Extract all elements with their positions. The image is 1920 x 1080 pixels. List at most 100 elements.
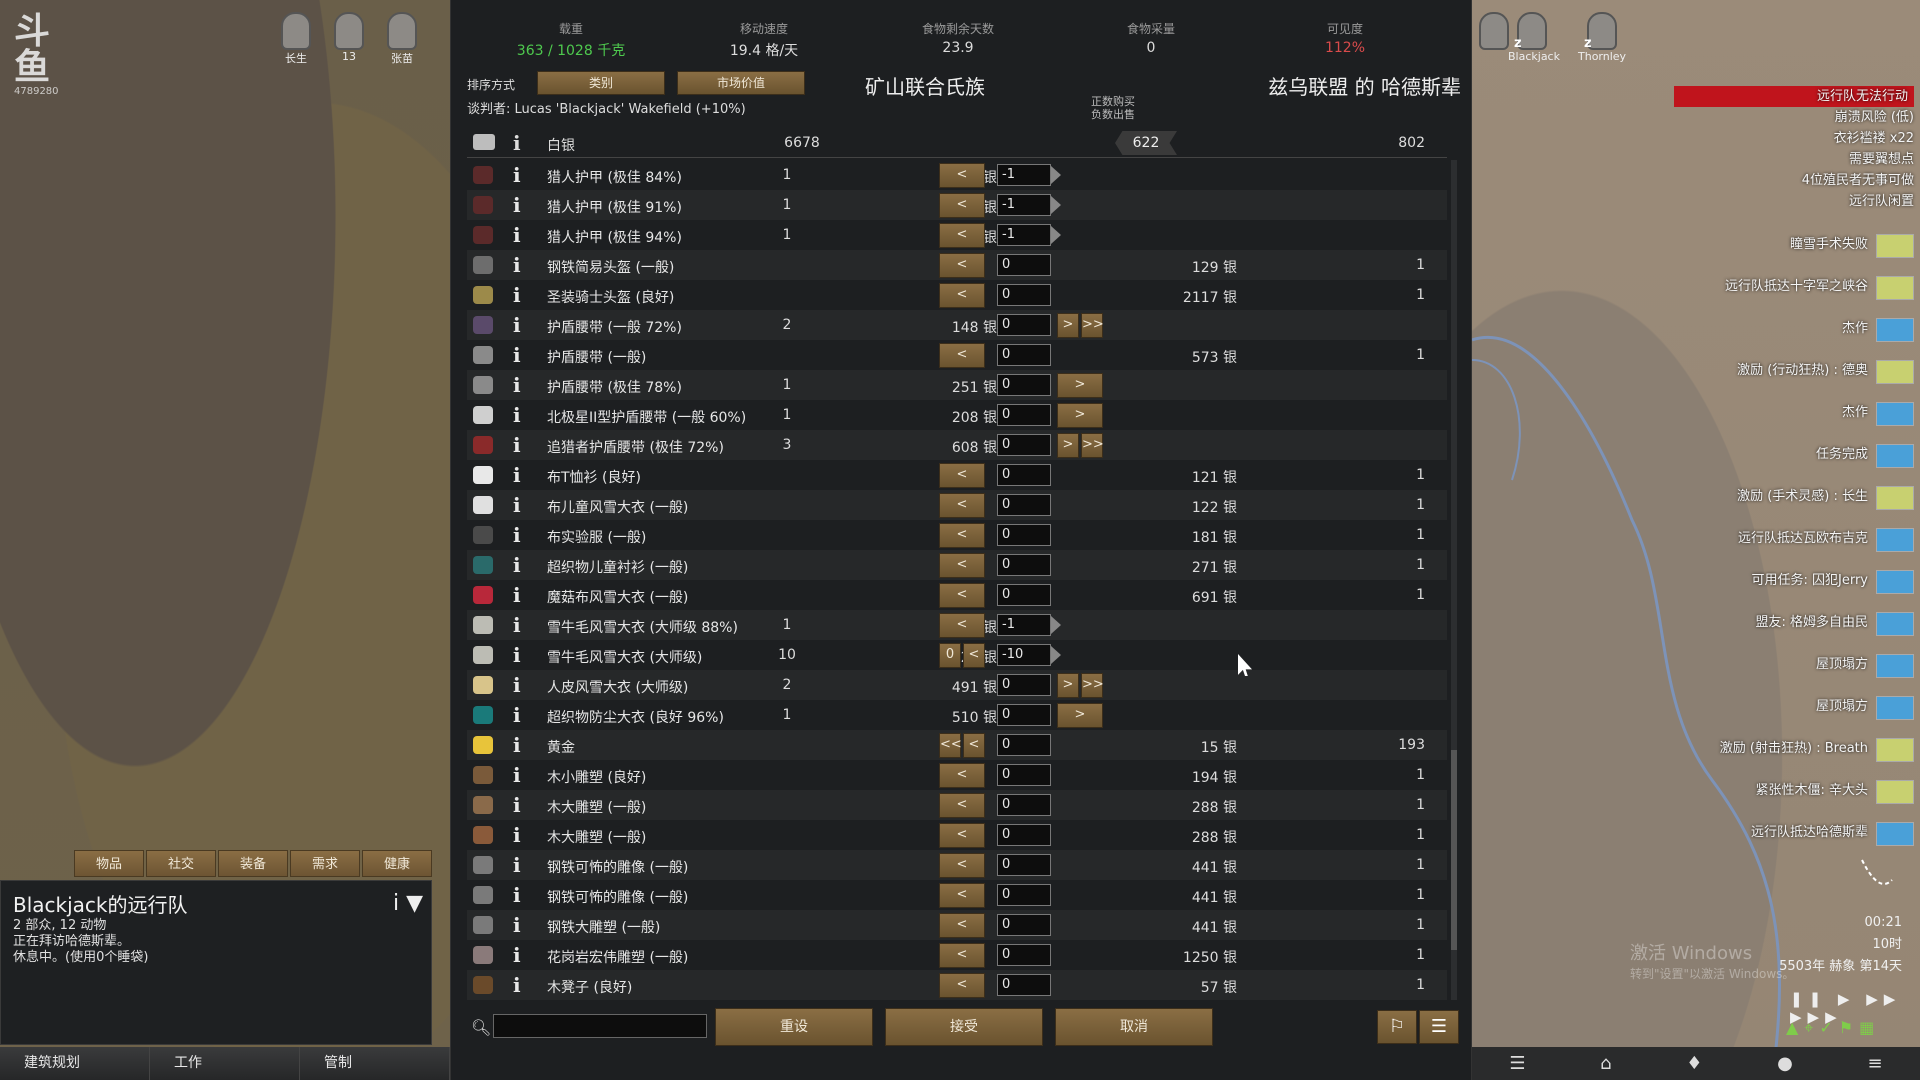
info-icon[interactable]: i [393, 891, 399, 916]
reset-button[interactable]: 重设 [715, 1008, 873, 1046]
tab-needs[interactable]: 需求 [290, 850, 360, 877]
tab-items[interactable]: 物品 [74, 850, 144, 877]
transfer-left-button[interactable]: < [939, 853, 985, 878]
quantity-field[interactable]: 0 [997, 794, 1051, 816]
chevron-down-icon[interactable]: ▼ [406, 891, 423, 916]
sort-market-value-button[interactable]: 市场价值 [677, 71, 805, 95]
tab-restrict[interactable]: 管制 [300, 1047, 450, 1080]
quantity-field[interactable]: 0 [997, 914, 1051, 936]
transfer-left-button[interactable]: < [939, 253, 985, 278]
colonist-portrait[interactable]: z Blackjack [1508, 12, 1560, 68]
alert-item[interactable]: 需要翼想点 [1674, 149, 1914, 170]
info-icon[interactable]: i [513, 883, 521, 907]
info-icon[interactable]: i [513, 793, 521, 817]
scrollbar-thumb[interactable] [1451, 750, 1457, 950]
info-icon[interactable]: i [513, 313, 521, 337]
info-icon[interactable]: i [513, 943, 521, 967]
info-icon[interactable]: i [513, 403, 521, 427]
quantity-field[interactable]: 0 [997, 494, 1051, 516]
info-icon[interactable]: i [513, 223, 521, 247]
info-icon[interactable]: i [513, 193, 521, 217]
tab-health[interactable]: 健康 [362, 850, 432, 877]
colonist-portrait[interactable]: z Thornley [1578, 12, 1626, 68]
quantity-field[interactable]: -1 [997, 224, 1061, 246]
transfer-right-all-button[interactable]: >> [1081, 673, 1104, 698]
quantity-field[interactable]: -1 [997, 194, 1061, 216]
letter-item[interactable]: 紧张性木僵: 辛大头 [1674, 776, 1914, 818]
letter-item[interactable]: 盟友: 格姆多自由民 [1674, 608, 1914, 650]
info-icon[interactable]: i [513, 853, 521, 877]
info-icon[interactable]: i [513, 763, 521, 787]
transfer-left-button[interactable]: < [939, 793, 985, 818]
info-icon[interactable]: i [513, 373, 521, 397]
letter-item[interactable]: 杰作 [1674, 314, 1914, 356]
alert-item[interactable]: 崩溃风险 (低) [1674, 107, 1914, 128]
letter-item[interactable]: 可用任务: 囚犯Jerry [1674, 566, 1914, 608]
letter-item[interactable]: 任务完成 [1674, 440, 1914, 482]
tab-gear[interactable]: 装备 [218, 850, 288, 877]
info-icon[interactable]: i [513, 131, 521, 155]
quantity-field[interactable]: 0 [997, 974, 1051, 996]
info-icon[interactable]: i [513, 463, 521, 487]
search-input[interactable] [493, 1014, 707, 1038]
quantity-field[interactable]: 0 [997, 464, 1051, 486]
alert-item[interactable]: 远行队闲置 [1674, 191, 1914, 212]
transfer-left-button[interactable]: < [939, 613, 985, 638]
transfer-left-button[interactable]: < [939, 223, 985, 248]
transfer-left-button[interactable]: < [939, 763, 985, 788]
info-icon[interactable]: i [513, 673, 521, 697]
info-icon[interactable]: i [513, 703, 521, 727]
accept-button[interactable]: 接受 [885, 1008, 1043, 1046]
transfer-right-all-button[interactable]: >> [1081, 433, 1104, 458]
quantity-field[interactable]: 0 [997, 434, 1051, 456]
info-icon[interactable]: i [513, 343, 521, 367]
transfer-left-button[interactable]: < [939, 163, 985, 188]
quantity-field[interactable]: 0 [997, 374, 1051, 396]
sort-category-button[interactable]: 类别 [537, 71, 665, 95]
cancel-button[interactable]: 取消 [1055, 1008, 1213, 1046]
gift-icon[interactable]: ⚐ [1377, 1010, 1417, 1044]
transfer-left-button[interactable]: < [939, 913, 985, 938]
scrollbar[interactable] [1451, 160, 1457, 1000]
colonist-portrait[interactable]: 13 [325, 12, 373, 68]
research-icon[interactable]: ♦ [1686, 1053, 1702, 1074]
letter-item[interactable]: 远行队抵达瓦欧布吉克 [1674, 524, 1914, 566]
quantity-field[interactable]: 0 [997, 884, 1051, 906]
quantity-field[interactable]: 0 [997, 344, 1051, 366]
alert-item[interactable]: 4位殖民者无事可做 [1674, 170, 1914, 191]
transfer-left-button[interactable]: < [939, 823, 985, 848]
quantity-field[interactable]: 0 [997, 704, 1051, 726]
transfer-left-button[interactable]: < [939, 973, 985, 998]
info-icon[interactable]: i [513, 613, 521, 637]
quantity-field[interactable]: 0 [997, 524, 1051, 546]
transfer-left-button[interactable]: < [939, 283, 985, 308]
quantity-field[interactable]: 0 [997, 674, 1051, 696]
quantity-field[interactable]: 0 [997, 824, 1051, 846]
transfer-right-button[interactable]: > [1057, 433, 1079, 458]
menu-icon[interactable]: ≡ [1868, 1053, 1883, 1074]
info-icon[interactable]: i [513, 493, 521, 517]
tab-work[interactable]: 工作 [150, 1047, 300, 1080]
transfer-left-button[interactable]: < [939, 463, 985, 488]
info-icon[interactable]: i [513, 973, 521, 997]
transfer-left-button[interactable]: < [939, 193, 985, 218]
quantity-field[interactable]: 0 [997, 854, 1051, 876]
transfer-left-all-button[interactable]: << [939, 733, 962, 758]
quantity-field[interactable]: -1 [997, 164, 1061, 186]
quantity-field[interactable]: -1 [997, 614, 1061, 636]
info-icon[interactable]: i [513, 253, 521, 277]
colonist-portrait[interactable]: 张苗 [378, 12, 426, 68]
info-icon[interactable]: i [513, 823, 521, 847]
info-icon[interactable]: i [513, 283, 521, 307]
letter-item[interactable]: 远行队抵达哈德斯辈 [1674, 818, 1914, 860]
transfer-right-all-button[interactable]: >> [1081, 313, 1104, 338]
info-icon[interactable]: i [513, 913, 521, 937]
transfer-left-button[interactable]: < [939, 943, 985, 968]
transfer-left-button[interactable]: < [939, 523, 985, 548]
letter-item[interactable]: 杰作 [1674, 398, 1914, 440]
transfer-left-button[interactable]: < [963, 643, 985, 668]
info-icon[interactable]: i [513, 553, 521, 577]
quantity-field[interactable]: 0 [997, 584, 1051, 606]
tab-architect[interactable]: 建筑规划 [0, 1047, 150, 1080]
quantity-field[interactable]: 0 [997, 284, 1051, 306]
